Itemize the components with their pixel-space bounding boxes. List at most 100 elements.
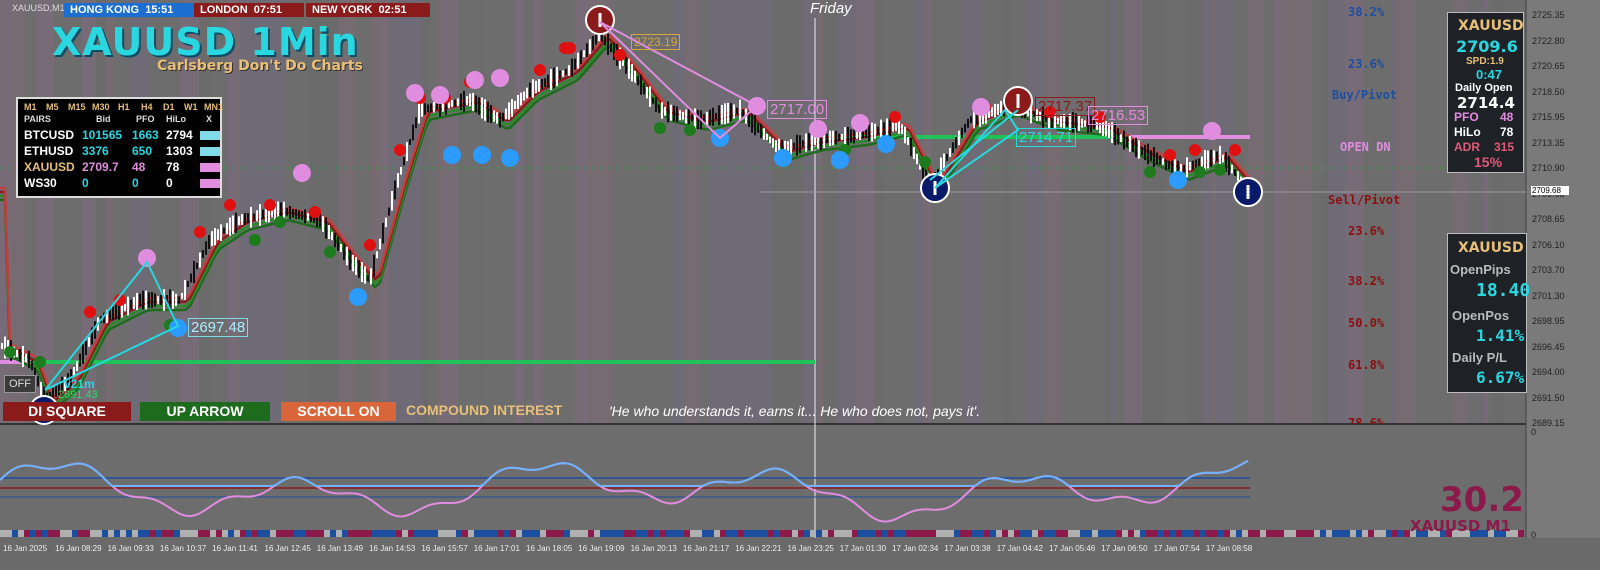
info-symbol: XAUUSD xyxy=(1458,18,1524,34)
hilo-label: HiLo xyxy=(1454,125,1481,139)
tf-m15[interactable]: M15 xyxy=(68,102,86,112)
col-x: X xyxy=(206,114,213,124)
time-tick: 16 Jan 21:17 xyxy=(682,544,730,553)
price-tick: 2720.65 xyxy=(1532,61,1565,71)
pfo-label: PFO xyxy=(1454,110,1479,124)
tf-m1[interactable]: M1 xyxy=(24,102,37,112)
status-bar xyxy=(200,179,220,188)
time-tick: 16 Jan 14:53 xyxy=(369,544,416,553)
fib-level: 38.2% xyxy=(1348,274,1385,288)
price-tick: 2691.50 xyxy=(1532,392,1565,403)
time-tick: 16 Jan 23:25 xyxy=(787,544,834,553)
price-label-right1: 2717.37 xyxy=(1035,97,1096,116)
indicator-axis-top: 0 xyxy=(1531,427,1537,437)
fib-level: 23.6% xyxy=(1348,224,1385,238)
price-tick: 2725.35 xyxy=(1532,10,1565,20)
price-label-mid: 2717.00 xyxy=(767,100,828,119)
tf-d1[interactable]: D1 xyxy=(163,102,175,112)
pfo-value: 48 xyxy=(1500,110,1514,124)
time-tick: 16 Jan 17:01 xyxy=(473,544,520,553)
clock-time: 15:51 xyxy=(145,4,174,16)
price-tick: 2710.90 xyxy=(1532,163,1565,173)
open-pips-label: OpenPips xyxy=(1450,262,1511,277)
price-label-right3: 2714.71 xyxy=(1016,128,1077,147)
indicator-symbol: XAUUSD M1 xyxy=(1410,517,1511,535)
fib-level: 50.0% xyxy=(1348,316,1385,330)
tf-w1[interactable]: W1 xyxy=(184,102,198,112)
col-hilo: HiLo xyxy=(166,114,186,124)
price-tick: 2694.00 xyxy=(1532,367,1565,377)
info-panel: XAUUSD 2709.6 SPD:1.9 0:47 Daily Open 27… xyxy=(1447,12,1524,173)
price-tick: 2706.10 xyxy=(1532,239,1565,250)
fib-level: OPEN DN xyxy=(1340,140,1391,154)
tf-h1[interactable]: H1 xyxy=(118,102,130,112)
fib-level: 61.8% xyxy=(1348,358,1385,372)
col-bid: Bid xyxy=(96,114,111,124)
day-label: Friday xyxy=(810,0,852,17)
time-tick: 16 Jan 15:57 xyxy=(421,544,468,553)
price-label-low: 2697.48 xyxy=(188,318,249,337)
off-button[interactable]: OFF xyxy=(4,375,36,393)
price-tick: 2689.15 xyxy=(1532,418,1565,428)
fib-level: Sell/Pivot xyxy=(1328,193,1401,207)
tf-h4[interactable]: H4 xyxy=(141,102,153,112)
price-label-right2: 2716.53 xyxy=(1088,106,1149,125)
col-pairs: PAIRS xyxy=(24,114,51,124)
price-tick: 2708.65 xyxy=(1532,214,1565,224)
time-tick: 16 Jan 09:33 xyxy=(107,544,154,553)
time-tick: 17 Jan 05:46 xyxy=(1049,544,1096,553)
up-arrow-button[interactable]: UP ARROW xyxy=(140,402,270,421)
info-timer: 0:47 xyxy=(1476,67,1503,82)
time-tick: 17 Jan 03:38 xyxy=(944,544,991,553)
tf-mn1[interactable]: MN1 xyxy=(204,102,223,112)
price-label-peak: 2723.19 xyxy=(631,34,681,50)
status-bar xyxy=(200,131,220,140)
daily-pl-label: Daily P/L xyxy=(1452,350,1507,365)
daily-pl-value: 6.67% xyxy=(1476,368,1525,387)
price-tick: 2722.80 xyxy=(1532,35,1565,46)
status-bar xyxy=(200,163,220,172)
scroll-on-button[interactable]: SCROLL ON xyxy=(281,402,396,421)
open-pos-value: 1.41% xyxy=(1476,326,1525,345)
compound-interest-label: COMPOUND INTEREST xyxy=(406,402,563,418)
clock-time: 07:51 xyxy=(253,4,282,16)
time-tick: 16 Jan 2025 xyxy=(3,544,48,553)
price-tick: 2703.70 xyxy=(1532,265,1565,275)
time-tick: 16 Jan 19:09 xyxy=(578,544,625,553)
fib-level: 23.6% xyxy=(1348,57,1385,71)
price-tick: 2715.95 xyxy=(1532,112,1565,122)
clock-label: LONDON xyxy=(200,4,248,16)
time-tick: 16 Jan 08:29 xyxy=(55,544,102,553)
info-spread: SPD:1.9 xyxy=(1466,56,1504,67)
tf-m30[interactable]: M30 xyxy=(92,102,110,112)
time-tick: 16 Jan 12:45 xyxy=(264,544,311,553)
fib-level: 38.2% xyxy=(1348,5,1385,19)
tf-m5[interactable]: M5 xyxy=(46,102,59,112)
clock-london: LONDON 07:51 xyxy=(194,3,304,17)
clock-hong-kong: HONG KONG 15:51 xyxy=(64,3,196,17)
time-tick: 17 Jan 02:34 xyxy=(892,544,939,553)
time-tick: 17 Jan 04:42 xyxy=(996,544,1043,553)
symbol-caption: XAUUSD,M1 xyxy=(12,3,65,13)
time-tick: 16 Jan 20:13 xyxy=(630,544,677,553)
time-tick: 17 Jan 01:30 xyxy=(839,544,887,553)
pips-panel: XAUUSD OpenPips 18.40 OpenPos 1.41% Dail… xyxy=(1447,233,1531,393)
time-tick: 16 Jan 13:49 xyxy=(316,544,364,553)
status-bar xyxy=(200,147,220,156)
quote-text: 'He who understands it, earns it... He w… xyxy=(609,403,981,419)
price-tick: 2696.45 xyxy=(1532,341,1565,352)
time-tick: 16 Jan 11:41 xyxy=(212,544,258,553)
price-tick: 2718.50 xyxy=(1532,86,1565,97)
open-pos-label: OpenPos xyxy=(1452,308,1510,323)
open-pips-value: 18.40 xyxy=(1476,280,1531,301)
draw-square-button[interactable]: DI SQUARE xyxy=(3,402,131,421)
info-price: 2709.6 xyxy=(1456,37,1518,56)
time-tick: 17 Jan 07:54 xyxy=(1153,544,1200,553)
col-pfo: PFO xyxy=(136,114,155,124)
price-tick: 2713.35 xyxy=(1532,137,1565,148)
time-tick: 16 Jan 22:21 xyxy=(735,544,782,553)
chart-subtitle: Carlsberg Don't Do Charts xyxy=(157,58,363,74)
fib-level: 78.6% xyxy=(1348,416,1385,424)
time-tick: 16 Jan 10:37 xyxy=(159,544,207,553)
current-price-tag: 2709.68 xyxy=(1531,186,1569,195)
